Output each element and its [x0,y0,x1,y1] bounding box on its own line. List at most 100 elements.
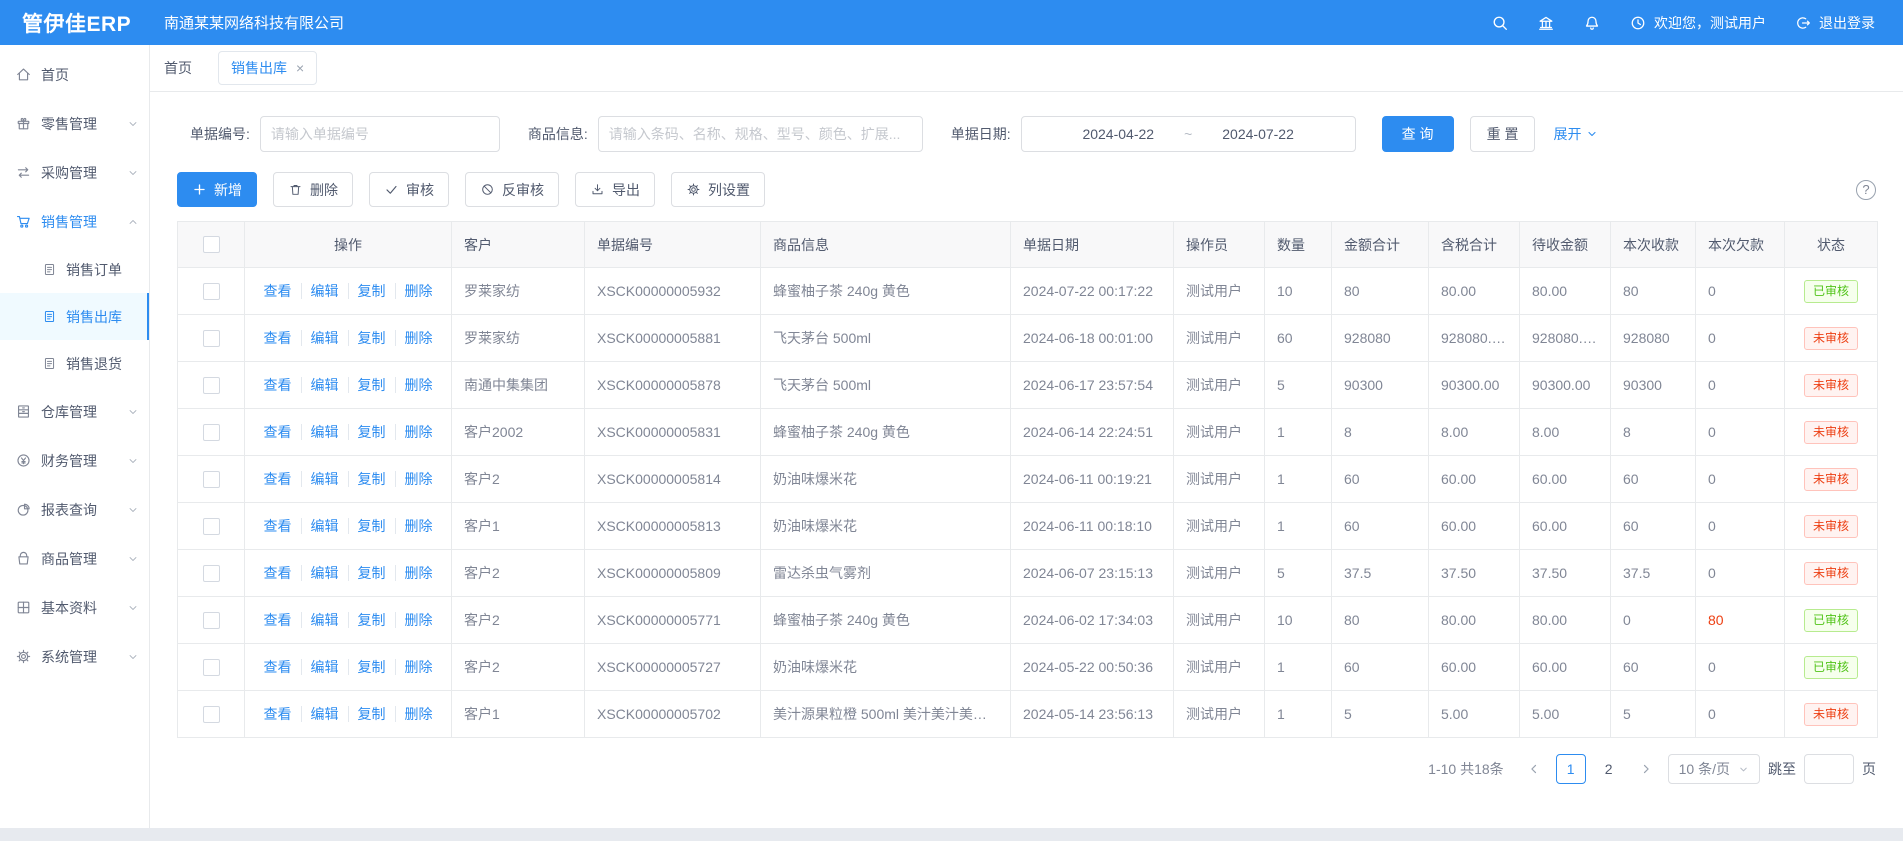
unaudit-button[interactable]: 反审核 [465,172,559,207]
edit-link[interactable]: 编辑 [301,659,339,675]
delete-link[interactable]: 删除 [395,612,433,628]
row-checkbox[interactable] [203,377,220,394]
column-settings-button[interactable]: 列设置 [671,172,765,207]
delete-link[interactable]: 删除 [395,518,433,534]
copy-link[interactable]: 复制 [348,471,386,487]
delete-link[interactable]: 删除 [395,565,433,581]
edit-link[interactable]: 编辑 [301,565,339,581]
row-checkbox[interactable] [203,518,220,535]
delete-link[interactable]: 删除 [395,471,433,487]
delete-link[interactable]: 删除 [395,706,433,722]
delete-link[interactable]: 删除 [395,659,433,675]
row-checkbox[interactable] [203,612,220,629]
sidebar-item-basic[interactable]: 基本资料 [0,583,149,632]
sidebar-item-sales[interactable]: 销售管理 [0,197,149,246]
edit-link[interactable]: 编辑 [301,377,339,393]
sidebar-item-retail[interactable]: 零售管理 [0,99,149,148]
sidebar-item-warehouse[interactable]: 仓库管理 [0,387,149,436]
copy-link[interactable]: 复制 [348,283,386,299]
add-button[interactable]: 新增 [177,172,257,207]
view-link[interactable]: 查看 [264,518,292,534]
page-size-select[interactable]: 10 条/页 [1668,754,1760,784]
view-link[interactable]: 查看 [264,706,292,722]
sidebar-item-sales-order[interactable]: 销售订单 [0,246,149,293]
date-from[interactable]: 2024-04-22 [1082,126,1154,142]
search-icon[interactable] [1491,14,1509,32]
search-button[interactable]: 查 询 [1382,116,1454,152]
sidebar-item-label: 仓库管理 [41,402,127,422]
row-checkbox[interactable] [203,283,220,300]
date-to[interactable]: 2024-07-22 [1222,126,1294,142]
row-checkbox[interactable] [203,471,220,488]
tab-sales-outbound[interactable]: 销售出库 × [218,51,317,85]
delete-button[interactable]: 删除 [273,172,353,207]
prev-page-icon[interactable] [1520,755,1548,783]
select-all-checkbox[interactable] [203,236,220,253]
reset-button[interactable]: 重 置 [1470,116,1536,152]
product-info-input[interactable] [598,116,923,152]
sidebar-item-system[interactable]: 系统管理 [0,632,149,681]
jump-input[interactable] [1804,754,1854,784]
bank-icon[interactable] [1537,14,1555,32]
sidebar-item-purchase[interactable]: 采购管理 [0,148,149,197]
delete-link[interactable]: 删除 [395,377,433,393]
edit-link[interactable]: 编辑 [301,612,339,628]
edit-link[interactable]: 编辑 [301,330,339,346]
welcome-user[interactable]: 欢迎您，测试用户 [1629,13,1766,33]
delete-link[interactable]: 删除 [395,330,433,346]
view-link[interactable]: 查看 [264,283,292,299]
view-link[interactable]: 查看 [264,659,292,675]
help-icon[interactable]: ? [1856,180,1876,200]
sidebar-item-sales-outbound[interactable]: 销售出库 [0,293,149,340]
export-button[interactable]: 导出 [575,172,655,207]
copy-link[interactable]: 复制 [348,518,386,534]
sidebar-item-goods[interactable]: 商品管理 [0,534,149,583]
view-link[interactable]: 查看 [264,471,292,487]
copy-link[interactable]: 复制 [348,424,386,440]
edit-link[interactable]: 编辑 [301,283,339,299]
edit-link[interactable]: 编辑 [301,424,339,440]
close-icon[interactable]: × [296,61,304,75]
expand-link[interactable]: 展开 [1553,124,1598,144]
edit-link[interactable]: 编辑 [301,518,339,534]
view-link[interactable]: 查看 [264,565,292,581]
sidebar-item-home[interactable]: 首页 [0,50,149,99]
view-link[interactable]: 查看 [264,424,292,440]
view-link[interactable]: 查看 [264,377,292,393]
delete-link[interactable]: 删除 [395,424,433,440]
doc-no-input[interactable] [260,116,500,152]
row-checkbox[interactable] [203,330,220,347]
copy-link[interactable]: 复制 [348,612,386,628]
page-number-1[interactable]: 1 [1556,754,1586,784]
next-page-icon[interactable] [1632,755,1660,783]
cell-qty: 1 [1265,409,1332,456]
copy-link[interactable]: 复制 [348,565,386,581]
edit-link[interactable]: 编辑 [301,706,339,722]
cell-qty: 1 [1265,456,1332,503]
sidebar-item-report[interactable]: 报表查询 [0,485,149,534]
sidebar-item-label: 商品管理 [41,549,127,569]
copy-link[interactable]: 复制 [348,706,386,722]
logout-button[interactable]: 退出登录 [1794,13,1875,33]
audit-button[interactable]: 审核 [369,172,449,207]
date-range-picker[interactable]: 2024-04-22 ~ 2024-07-22 [1021,116,1356,152]
sidebar-item-sales-return[interactable]: 销售退货 [0,340,149,387]
chevron-down-icon [127,167,139,179]
copy-link[interactable]: 复制 [348,330,386,346]
copy-link[interactable]: 复制 [348,659,386,675]
sidebar-item-finance[interactable]: 财务管理 [0,436,149,485]
view-link[interactable]: 查看 [264,612,292,628]
tab-home[interactable]: 首页 [164,58,192,78]
row-checkbox[interactable] [203,565,220,582]
row-checkbox[interactable] [203,706,220,723]
delete-link[interactable]: 删除 [395,283,433,299]
row-checkbox[interactable] [203,424,220,441]
view-link[interactable]: 查看 [264,330,292,346]
edit-link[interactable]: 编辑 [301,471,339,487]
row-checkbox[interactable] [203,659,220,676]
bell-icon[interactable] [1583,14,1601,32]
copy-link[interactable]: 复制 [348,377,386,393]
column-header: 操作 [245,222,452,268]
page-number-2[interactable]: 2 [1594,754,1624,784]
sidebar-item-label: 系统管理 [41,647,127,667]
